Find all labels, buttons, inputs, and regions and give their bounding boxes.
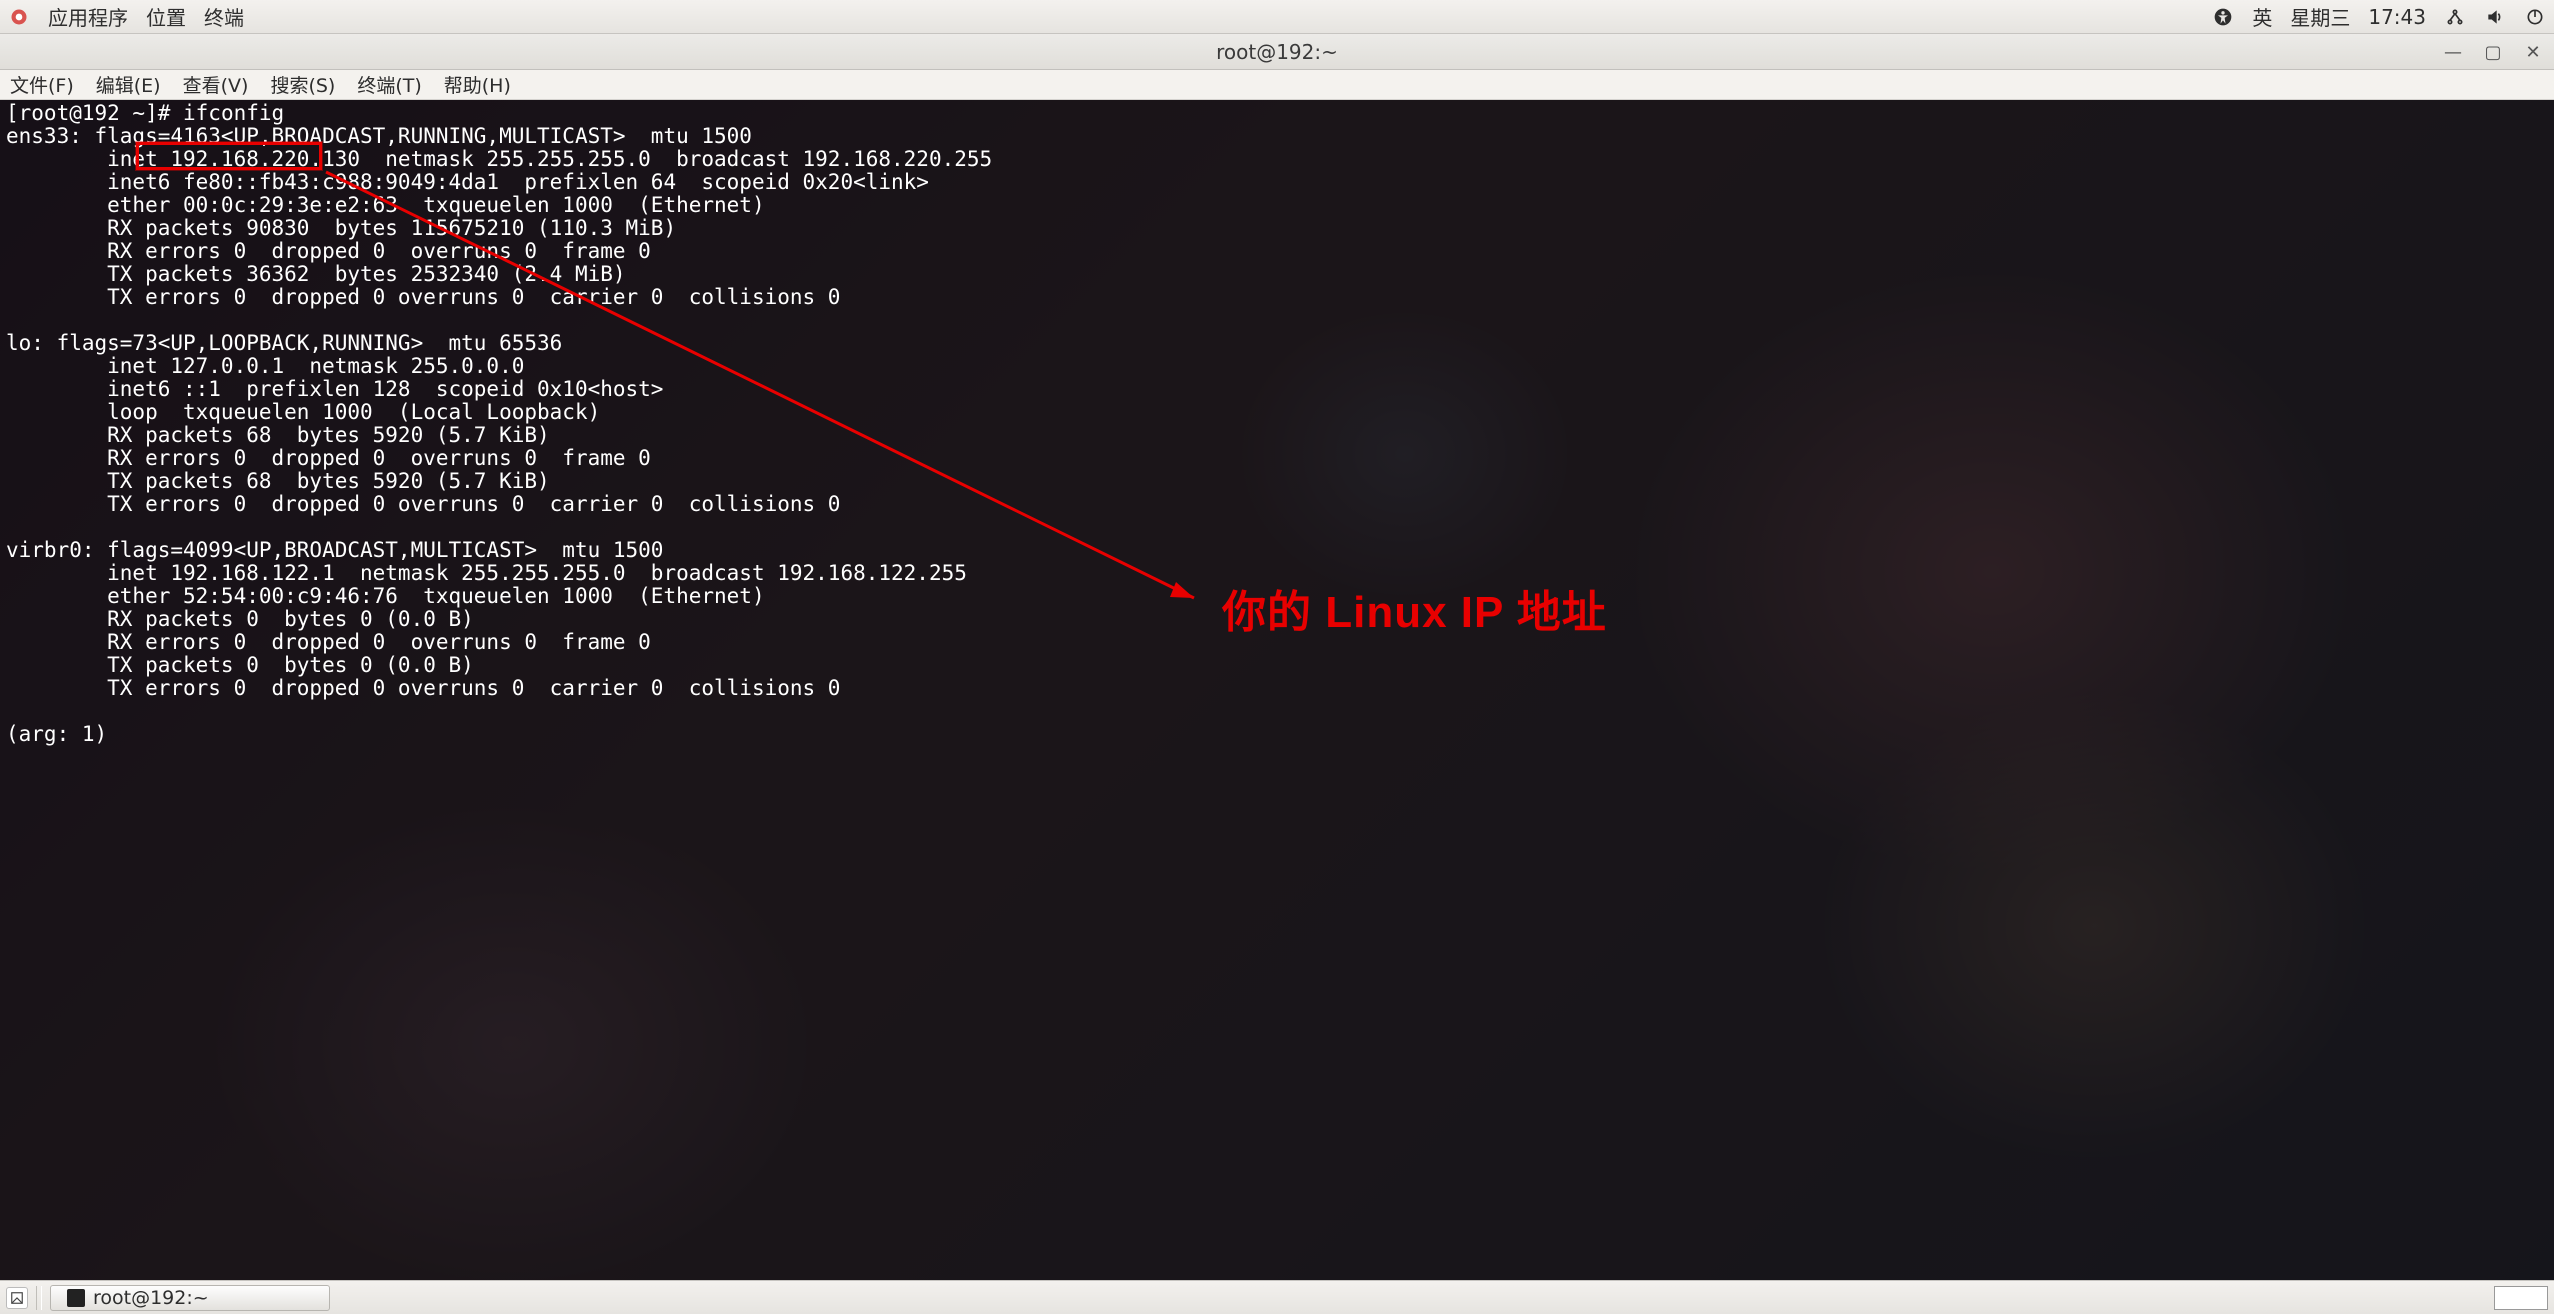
network-icon[interactable]: [2444, 6, 2466, 28]
clock-time[interactable]: 17:43: [2368, 5, 2426, 29]
menu-edit[interactable]: 编辑(E): [92, 69, 165, 100]
out-line: RX packets 90830 bytes 115675210 (110.3 …: [6, 216, 676, 240]
ime-input-box[interactable]: [2494, 1286, 2548, 1310]
show-desktop-button[interactable]: [6, 1287, 28, 1309]
annotation-highlight-box: [136, 142, 322, 170]
out-line: virbr0: flags=4099<UP,BROADCAST,MULTICAS…: [6, 538, 663, 562]
out-line: RX errors 0 dropped 0 overruns 0 frame 0: [6, 446, 651, 470]
out-line: inet 192.168.122.1 netmask 255.255.255.0…: [6, 561, 967, 585]
logo-icon: [8, 6, 30, 28]
power-icon[interactable]: [2524, 6, 2546, 28]
out-line: ens33: flags=4163<UP,BROADCAST,RUNNING,M…: [6, 124, 752, 148]
out-line: RX packets 0 bytes 0 (0.0 B): [6, 607, 474, 631]
prompt: [root@192 ~]#: [6, 101, 183, 125]
out-line: TX errors 0 dropped 0 overruns 0 carrier…: [6, 285, 840, 309]
out-line: RX errors 0 dropped 0 overruns 0 frame 0: [6, 630, 651, 654]
taskbar-divider: [36, 1286, 42, 1310]
window-close-button[interactable]: ✕: [2520, 39, 2546, 65]
window-minimize-button[interactable]: —: [2440, 39, 2466, 65]
out-line: TX packets 68 bytes 5920 (5.7 KiB): [6, 469, 550, 493]
menu-search[interactable]: 搜索(S): [266, 69, 339, 100]
out-line: (arg: 1): [6, 722, 107, 746]
terminal-viewport[interactable]: [root@192 ~]# ifconfig ens33: flags=4163…: [0, 100, 2554, 1280]
terminal-output[interactable]: [root@192 ~]# ifconfig ens33: flags=4163…: [0, 100, 2554, 1280]
out-line: TX errors 0 dropped 0 overruns 0 carrier…: [6, 676, 840, 700]
command: ifconfig: [183, 101, 284, 125]
menu-terminal[interactable]: 终端: [204, 2, 244, 31]
menu-view[interactable]: 查看(V): [179, 69, 253, 100]
menu-places[interactable]: 位置: [146, 2, 186, 31]
menu-terminal[interactable]: 终端(T): [353, 69, 425, 100]
out-line: ether 52:54:00:c9:46:76 txqueuelen 1000 …: [6, 584, 765, 608]
annotation-label: 你的 Linux IP 地址: [1222, 576, 1607, 640]
out-line: RX packets 68 bytes 5920 (5.7 KiB): [6, 423, 550, 447]
taskbar-item-label: root@192:~: [93, 1287, 209, 1309]
menu-help[interactable]: 帮助(H): [440, 69, 515, 100]
out-line: loop txqueuelen 1000 (Local Loopback): [6, 400, 600, 424]
accessibility-icon[interactable]: [2212, 6, 2234, 28]
desktop-taskbar: root@192:~: [0, 1280, 2554, 1314]
terminal-window: root@192:~ — ▢ ✕ 文件(F) 编辑(E) 查看(V) 搜索(S)…: [0, 34, 2554, 1280]
out-line: inet6 fe80::fb43:c988:9049:4da1 prefixle…: [6, 170, 929, 194]
out-line: inet 127.0.0.1 netmask 255.0.0.0: [6, 354, 524, 378]
desktop-top-bar: 应用程序 位置 终端 英 星期三 17:43: [0, 0, 2554, 34]
volume-icon[interactable]: [2484, 6, 2506, 28]
terminal-menubar: 文件(F) 编辑(E) 查看(V) 搜索(S) 终端(T) 帮助(H): [0, 70, 2554, 100]
terminal-icon: [67, 1289, 85, 1307]
out-line: lo: flags=73<UP,LOOPBACK,RUNNING> mtu 65…: [6, 331, 562, 355]
out-line: inet6 ::1 prefixlen 128 scopeid 0x10<hos…: [6, 377, 663, 401]
out-line: TX packets 0 bytes 0 (0.0 B): [6, 653, 474, 677]
out-line: TX errors 0 dropped 0 overruns 0 carrier…: [6, 492, 840, 516]
window-title: root@192:~: [1216, 40, 1338, 64]
menu-file[interactable]: 文件(F): [6, 69, 78, 100]
ime-indicator[interactable]: 英: [2252, 2, 2272, 31]
out-line: TX packets 36362 bytes 2532340 (2.4 MiB): [6, 262, 626, 286]
menu-applications[interactable]: 应用程序: [48, 2, 128, 31]
out-line: RX errors 0 dropped 0 overruns 0 frame 0: [6, 239, 651, 263]
out-line: ether 00:0c:29:3e:e2:63 txqueuelen 1000 …: [6, 193, 765, 217]
taskbar-item-terminal[interactable]: root@192:~: [50, 1285, 330, 1311]
clock-day[interactable]: 星期三: [2290, 2, 2350, 31]
window-titlebar[interactable]: root@192:~ — ▢ ✕: [0, 34, 2554, 70]
window-maximize-button[interactable]: ▢: [2480, 39, 2506, 65]
